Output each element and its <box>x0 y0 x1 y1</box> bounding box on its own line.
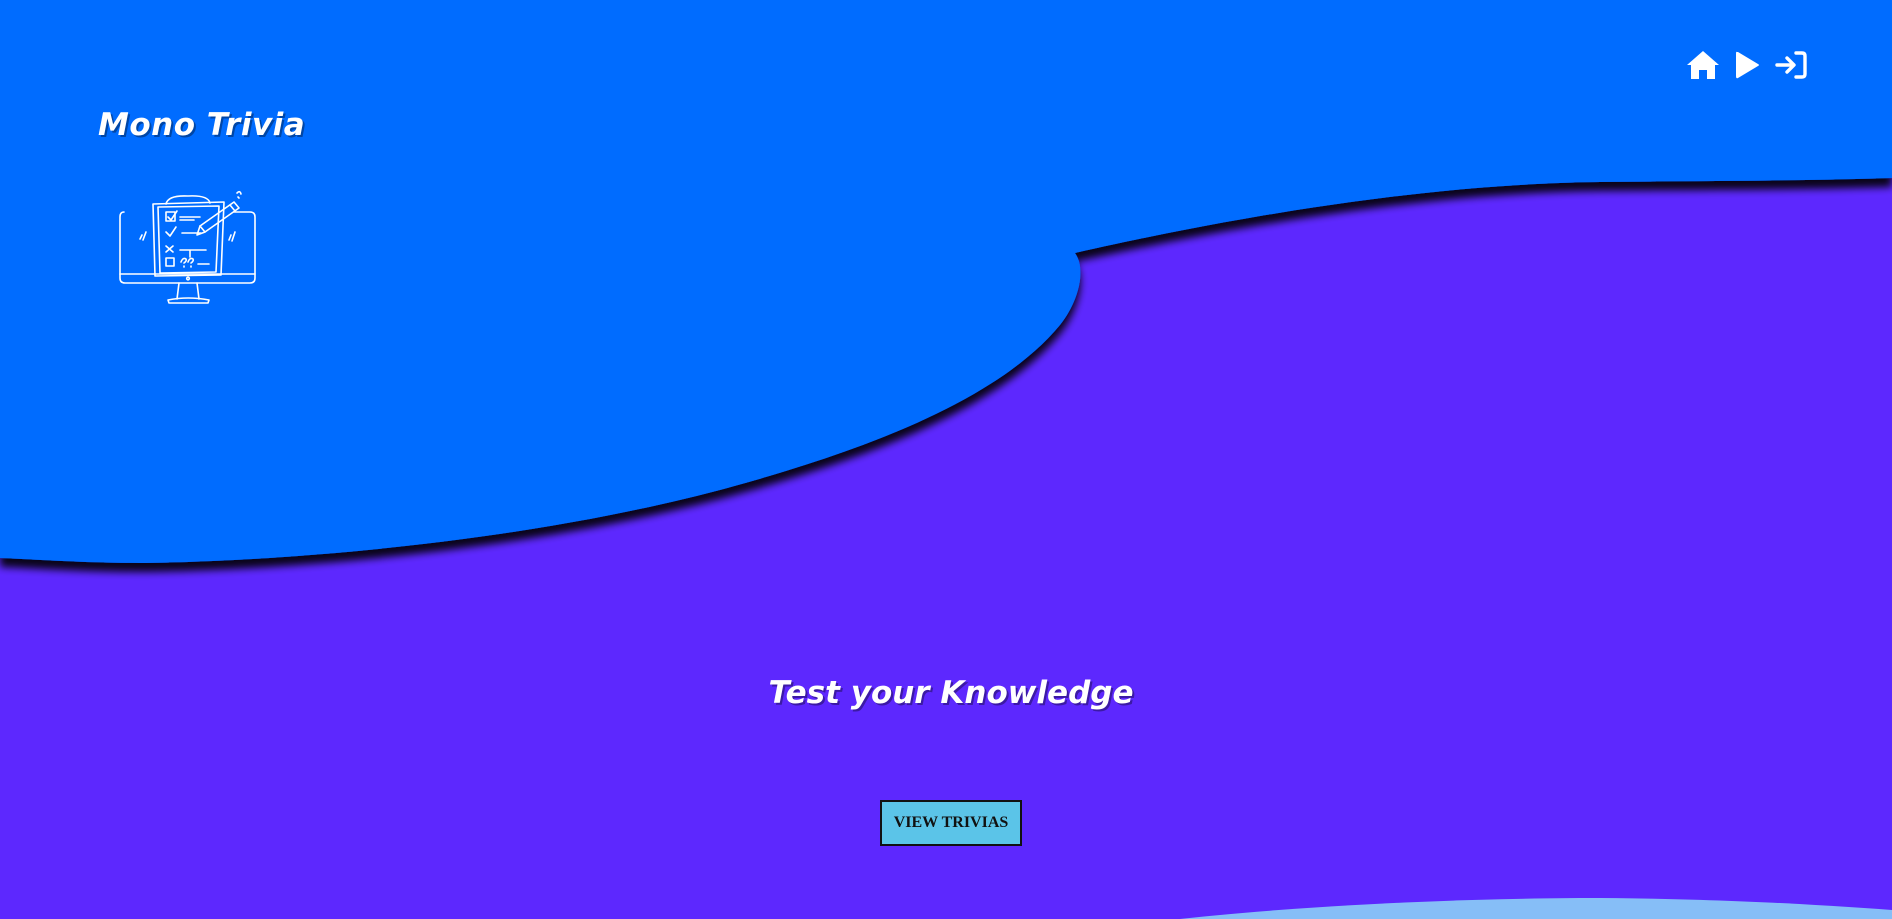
home-button[interactable] <box>1686 48 1720 82</box>
hero-heading: Test your Knowledge <box>768 675 1134 711</box>
quiz-computer-icon <box>119 190 256 304</box>
home-icon <box>1687 51 1719 79</box>
top-nav <box>1686 48 1808 82</box>
page: Mono Trivia Test your Knowledge VIEW TRI… <box>0 0 1892 919</box>
cta-container: VIEW TRIVIAS <box>0 800 1892 846</box>
sign-in-button[interactable] <box>1774 48 1808 82</box>
top-wave <box>0 0 1892 563</box>
play-icon <box>1736 51 1759 79</box>
sign-in-icon <box>1775 51 1807 79</box>
bottom-wave <box>1180 898 1892 919</box>
view-trivias-button[interactable]: VIEW TRIVIAS <box>880 800 1022 846</box>
brand-title: Mono Trivia <box>98 107 306 143</box>
play-button[interactable] <box>1730 48 1764 82</box>
